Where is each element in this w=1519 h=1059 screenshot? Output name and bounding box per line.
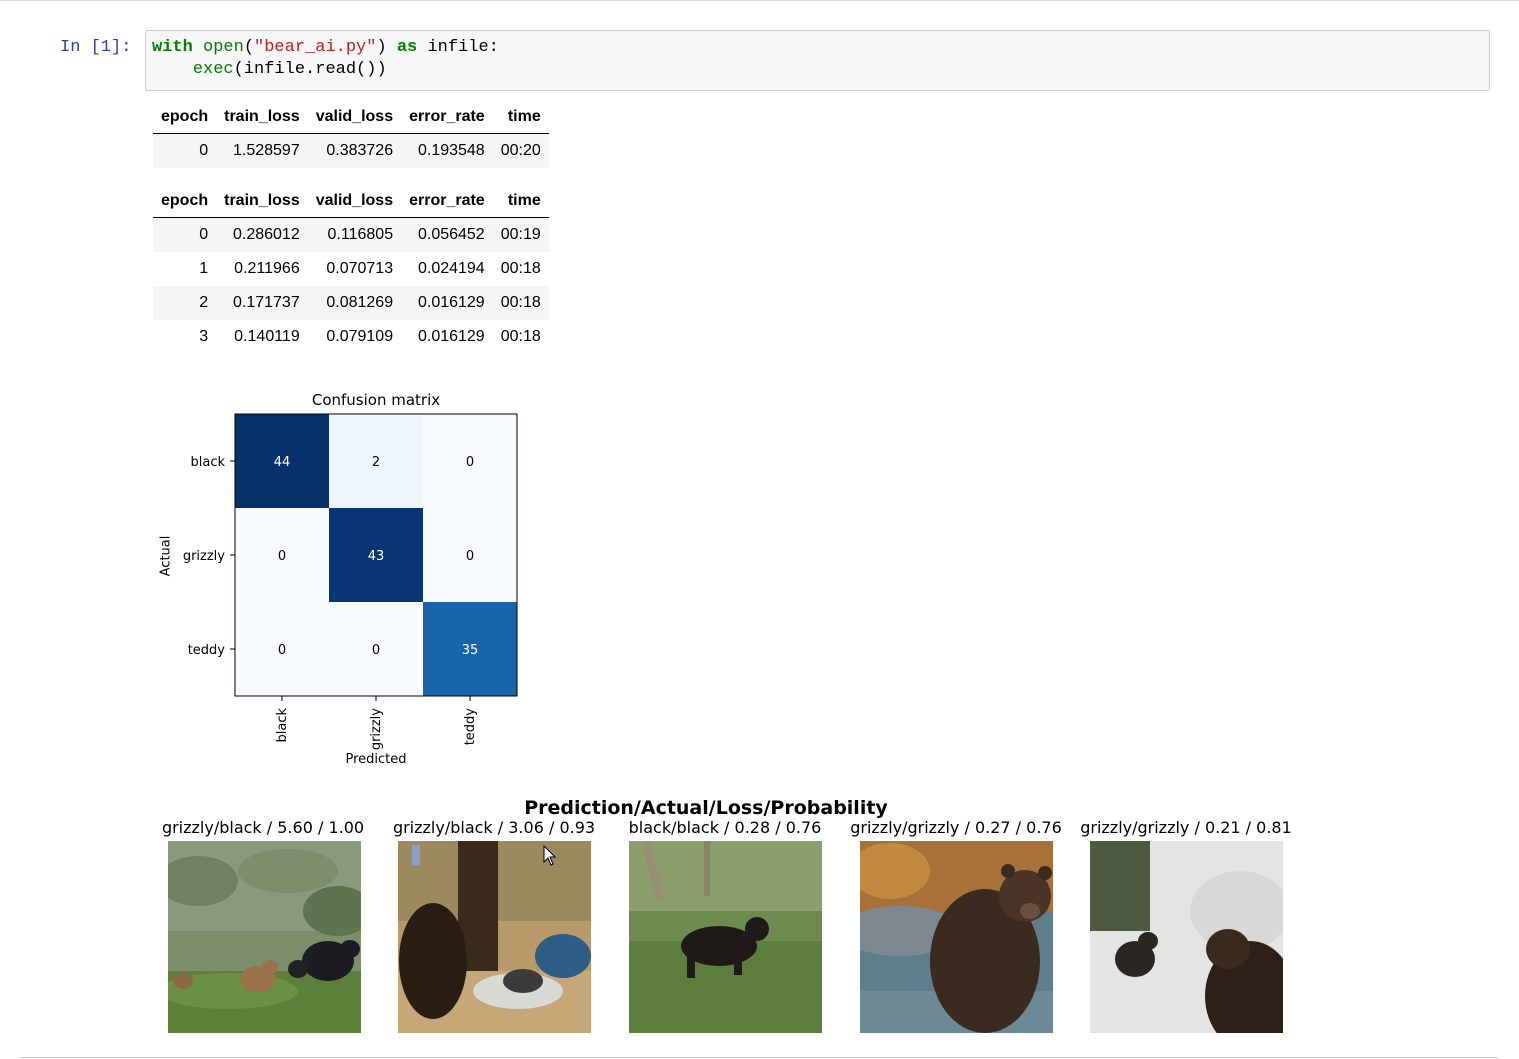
training-table-1: epoch train_loss valid_loss error_rate time …	[153, 101, 549, 168]
table-cell: 0.193548	[417, 142, 485, 159]
code-string-filename: "bear_ai.py"	[254, 38, 377, 57]
heatmap-value-label: 0	[372, 643, 380, 658]
table-row: 0 0.286012 0.116805 0.056452 00:19	[153, 217, 549, 252]
heatmap-value-label: 43	[368, 549, 385, 564]
y-tick-label: black	[190, 455, 225, 470]
training-table-2: epoch train_loss valid_loss error_rate time …	[153, 185, 549, 354]
column-header: error_rate	[401, 101, 493, 134]
top-losses-title: Prediction/Actual/Loss/Probability	[524, 797, 888, 819]
mouse-cursor-icon	[543, 844, 557, 872]
confusion-matrix-chart: 44 2 0 0 43 0 0 0 35 black grizzly teddy black grizzl…	[183, 413, 518, 750]
table-cell: 00:18	[500, 260, 541, 277]
prediction-caption: grizzly/grizzly / 0.27 / 0.76	[850, 818, 1062, 837]
heatmap-value-label: 0	[278, 549, 286, 564]
table-row: 1 0.211966 0.070713 0.024194 00:18	[153, 252, 549, 286]
table-row: 0 1.528597 0.383726 0.193548 00:20	[153, 133, 549, 168]
table-cell: 0	[199, 142, 209, 159]
table-row: 3 0.140119 0.079109 0.016129 00:18	[153, 320, 549, 354]
table-cell: 00:20	[500, 142, 541, 159]
prediction-caption: grizzly/black / 5.60 / 1.00	[161, 818, 365, 837]
column-header: error_rate	[401, 185, 493, 218]
prediction-caption: grizzly/grizzly / 0.21 / 0.81	[1080, 818, 1292, 837]
heatmap-value-label: 0	[466, 549, 474, 564]
heatmap-value-label: 2	[372, 455, 380, 470]
table-cell: 0.056452	[417, 226, 485, 243]
table-cell: 00:18	[500, 328, 541, 345]
code-cell[interactable]: with open("bear_ai.py") as infile: exec(…	[145, 30, 1490, 91]
table-cell: 0.286012	[232, 226, 300, 243]
code-paren-close: )	[376, 38, 387, 57]
bottom-divider	[20, 1057, 1498, 1058]
table-cell: 3	[199, 328, 209, 345]
confusion-matrix-xlabel: Predicted	[345, 752, 407, 767]
y-tick-label: grizzly	[183, 549, 225, 564]
code-func-exec: exec	[192, 60, 234, 79]
table-cell: 00:19	[500, 226, 541, 243]
y-tick-label: teddy	[188, 643, 226, 658]
table-row: 2 0.171737 0.081269 0.016129 00:18	[153, 286, 549, 320]
prediction-caption: grizzly/black / 3.06 / 0.93	[392, 818, 596, 837]
column-header: epoch	[153, 185, 217, 218]
code-paren-open: (	[243, 38, 255, 57]
table-cell: 1	[199, 260, 209, 277]
table-cell: 2	[199, 294, 209, 311]
table-cell: 0.383726	[326, 142, 394, 159]
table-cell: 0.016129	[417, 328, 485, 345]
table-header-row: epoch train_loss valid_loss error_rate time	[153, 101, 549, 134]
column-header: valid_loss	[307, 185, 402, 218]
heatmap-value-label: 0	[466, 455, 474, 470]
table-cell: 0.116805	[327, 226, 394, 243]
table-cell: 0.070713	[326, 260, 394, 277]
x-tick-label: teddy	[463, 708, 478, 746]
code-func-open: open	[203, 38, 244, 57]
input-prompt: In [1]:	[60, 38, 132, 57]
column-header: valid_loss	[307, 101, 402, 134]
heatmap-value-label: 44	[274, 455, 291, 470]
top-divider	[0, 0, 1519, 1]
heatmap-value-label: 0	[278, 643, 286, 658]
x-tick-label: black	[275, 708, 290, 743]
column-header: train_loss	[216, 101, 308, 134]
table-cell: 0.211966	[234, 260, 300, 277]
column-header: time	[492, 101, 549, 134]
column-header: epoch	[153, 101, 217, 134]
bear-photo-1	[168, 841, 361, 1033]
table-cell: 0	[199, 226, 209, 243]
table-cell: 0.171737	[232, 294, 300, 311]
table-header-row: epoch train_loss valid_loss error_rate time	[153, 185, 549, 218]
bear-photo-2	[398, 841, 591, 1033]
column-header: train_loss	[216, 185, 308, 218]
prediction-caption: black/black / 0.28 / 0.76	[628, 818, 822, 837]
x-tick-label: grizzly	[369, 708, 384, 750]
heatmap-value-label: 35	[462, 643, 479, 658]
bear-photo-3	[629, 841, 822, 1033]
table-cell: 00:18	[500, 294, 541, 311]
code-var-infile: infile:	[427, 38, 499, 57]
table-cell: 1.528597	[232, 142, 300, 159]
code-call-rest: (infile.read())	[233, 60, 387, 79]
code-keyword-with: with	[152, 38, 193, 57]
table-cell: 0.024194	[417, 260, 485, 277]
table-cell: 0.081269	[326, 294, 394, 311]
column-header: time	[492, 185, 549, 218]
bear-photo-4	[860, 841, 1053, 1033]
code-keyword-as: as	[396, 38, 418, 57]
table-cell: 0.140119	[234, 328, 300, 345]
table-cell: 0.079109	[326, 328, 394, 345]
table-cell: 0.016129	[417, 294, 485, 311]
bear-photo-5	[1090, 841, 1283, 1033]
